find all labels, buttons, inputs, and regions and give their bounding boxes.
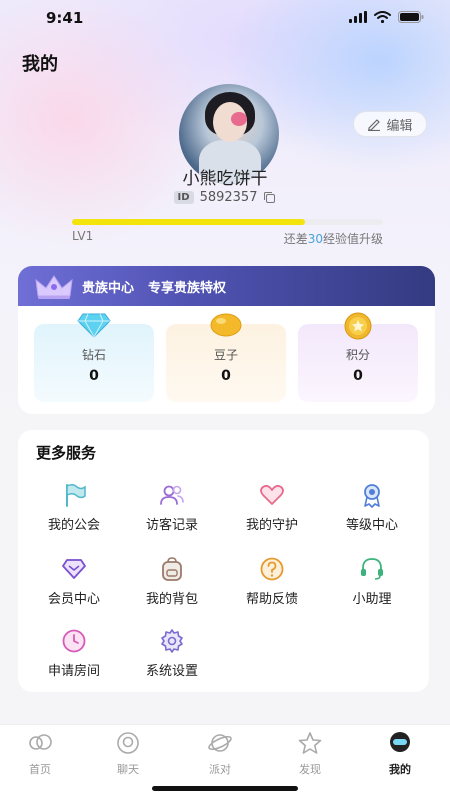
- backpack-icon: [162, 557, 182, 581]
- tab-label: 聊天: [117, 763, 139, 776]
- tab-chat[interactable]: 聊天: [98, 731, 158, 777]
- exp-progress-bar: [72, 219, 383, 225]
- edit-pencil-icon: [368, 119, 381, 131]
- tab-mine[interactable]: 我的: [370, 731, 430, 777]
- exp-hint-prefix: 还差: [283, 232, 308, 246]
- vip-item-diamond[interactable]: 钻石 0: [34, 313, 154, 402]
- status-time: 9:41: [46, 9, 84, 27]
- user-id-row: ID 5892357: [0, 190, 450, 205]
- crown-icon: [35, 275, 73, 299]
- edit-label: 编辑: [386, 118, 413, 134]
- service-level-center[interactable]: 等级中心: [322, 482, 422, 533]
- service-apply-room[interactable]: 申请房间: [24, 628, 124, 679]
- vip-item-bean[interactable]: 豆子 0: [166, 313, 286, 402]
- service-label: 我的背包: [145, 592, 198, 607]
- bean-icon: [210, 313, 242, 337]
- service-assistant[interactable]: 小助理: [322, 556, 422, 607]
- service-system-settings[interactable]: 系统设置: [122, 628, 222, 679]
- vip-subtitle: 专享贵族特权: [148, 280, 227, 296]
- home-icon: [29, 734, 52, 750]
- service-label: 我的守护: [245, 518, 298, 533]
- vip-item-value: 0: [353, 368, 363, 384]
- exp-progress-fill: [72, 219, 306, 225]
- vip-item-points[interactable]: 积分 0: [298, 312, 418, 402]
- edit-profile-button[interactable]: 编辑: [353, 111, 427, 137]
- tab-party[interactable]: 派对: [190, 731, 250, 777]
- service-label: 申请房间: [47, 664, 100, 679]
- username: 小熊吃饼干: [182, 169, 268, 189]
- heart-icon: [260, 485, 284, 505]
- user-id: 5892357: [199, 190, 258, 205]
- copy-icon[interactable]: [263, 191, 276, 204]
- tab-label: 发现: [299, 763, 321, 776]
- vip-title: 贵族中心: [82, 280, 135, 296]
- service-label: 我的公会: [47, 518, 100, 533]
- diamond-icon: [77, 313, 111, 338]
- headset-icon: [361, 558, 383, 580]
- service-visitors[interactable]: 访客记录: [122, 482, 222, 533]
- tab-label: 我的: [389, 763, 411, 776]
- points-coin-icon: [344, 312, 372, 340]
- vip-item-label: 豆子: [213, 348, 238, 362]
- service-label: 帮助反馈: [245, 592, 298, 607]
- tab-discover[interactable]: 发现: [280, 731, 340, 777]
- clock-icon: [62, 629, 86, 653]
- vip-header[interactable]: 贵族中心 专享贵族特权: [18, 266, 435, 306]
- signal-icon: [349, 11, 367, 23]
- more-services-panel: 更多服务 我的公会 访客记录 我的守护 等级中心 会员中心 我的背包 帮助反馈 …: [18, 430, 429, 692]
- tab-label: 首页: [29, 763, 51, 776]
- party-icon: [208, 734, 232, 752]
- services-title: 更多服务: [36, 444, 97, 462]
- service-member-center[interactable]: 会员中心: [24, 556, 124, 607]
- status-bar: 9:41: [0, 0, 450, 36]
- battery-icon: [398, 11, 424, 23]
- status-icons: [349, 11, 424, 23]
- tab-home[interactable]: 首页: [10, 731, 70, 777]
- tab-label: 派对: [209, 763, 231, 776]
- medal-icon: [364, 484, 380, 508]
- service-label: 等级中心: [345, 518, 398, 533]
- chat-icon: [117, 732, 139, 754]
- service-label: 访客记录: [145, 518, 198, 533]
- vip-item-label: 积分: [345, 348, 370, 362]
- profile-icon: [390, 732, 410, 752]
- help-icon: [260, 557, 284, 581]
- vip-item-value: 0: [89, 368, 99, 384]
- vip-card[interactable]: 贵族中心 专享贵族特权 钻石 0 豆子 0 积分 0: [18, 266, 435, 414]
- service-my-backpack[interactable]: 我的背包: [122, 556, 222, 607]
- level-label: LV1: [72, 229, 94, 243]
- vip-item-value: 0: [221, 368, 231, 384]
- service-label: 会员中心: [47, 592, 100, 607]
- service-label: 系统设置: [145, 664, 198, 679]
- vip-item-label: 钻石: [81, 348, 106, 362]
- visitors-icon: [160, 485, 184, 505]
- exp-hint-suffix: 经验值升级: [322, 232, 383, 246]
- vip-items: 钻石 0 豆子 0 积分 0: [34, 312, 418, 402]
- service-label: 小助理: [352, 592, 392, 607]
- service-my-guardian[interactable]: 我的守护: [222, 482, 322, 533]
- discover-star-icon: [298, 732, 322, 754]
- wifi-icon: [374, 11, 391, 23]
- flag-icon: [66, 483, 86, 507]
- exp-hint: 还差30经验值升级: [284, 230, 383, 247]
- service-help-feedback[interactable]: 帮助反馈: [222, 556, 322, 607]
- id-badge: ID: [173, 191, 194, 204]
- service-my-guild[interactable]: 我的公会: [24, 482, 124, 533]
- page-title: 我的: [22, 54, 58, 75]
- gear-icon: [161, 629, 183, 653]
- exp-needed: 30: [307, 232, 323, 246]
- home-indicator: [152, 786, 298, 791]
- vip-diamond-icon: [62, 559, 86, 579]
